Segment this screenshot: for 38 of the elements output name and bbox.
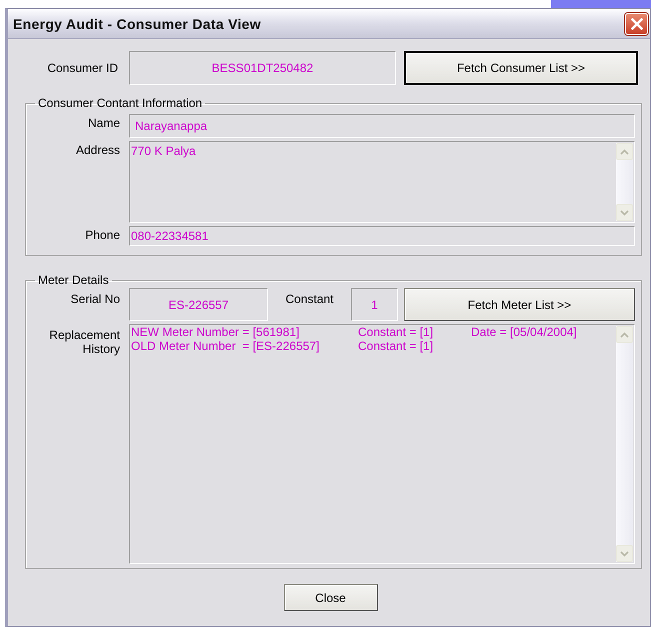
scroll-down-button[interactable] — [616, 545, 633, 562]
close-icon — [630, 18, 642, 30]
text-field[interactable]: Narayanappa — [129, 114, 635, 138]
text-field[interactable]: BESS01DT250482 — [129, 51, 396, 85]
history-entry: OLD Meter Number = [ES-226557] — [131, 339, 320, 353]
fetch-meter-button[interactable]: Fetch Meter List >> — [404, 288, 635, 321]
field-label: Constant — [284, 291, 335, 308]
field-label: Consumer ID — [46, 61, 118, 75]
scrollbar[interactable] — [616, 326, 633, 562]
chevron-up-icon — [620, 332, 629, 338]
scroll-down-button[interactable] — [616, 204, 633, 221]
scrollbar[interactable] — [616, 143, 633, 221]
history-entry: Date = [05/04/2004] — [471, 325, 578, 339]
field-label: Name — [86, 115, 120, 132]
window-title: Energy Audit - Consumer Data View — [13, 16, 261, 32]
close-dialog-button[interactable]: Close — [284, 584, 378, 611]
text-area[interactable]: NEW Meter Number = [561981] Constant = [1] Date = [05/04/2004] OLD Meter Number = [ES-226557] Constant = [1] — [129, 324, 635, 564]
scroll-up-button[interactable] — [616, 143, 633, 160]
history-entry: Constant = [1] — [358, 339, 434, 353]
text-area[interactable]: 770 K Palya — [129, 141, 635, 223]
field-label: Serial No — [70, 291, 120, 308]
scroll-up-button[interactable] — [616, 326, 633, 343]
text-field[interactable]: 1 — [351, 288, 398, 321]
history-entry: NEW Meter Number = [561981] — [131, 325, 300, 339]
history-entry: Constant = [1] — [358, 325, 434, 339]
field-label: Phone — [84, 227, 120, 244]
chevron-down-icon — [620, 550, 629, 556]
group-title: Consumer Contant Information — [37, 96, 204, 110]
fetch-consumer-button[interactable]: Fetch Consumer List >> — [404, 51, 638, 85]
chevron-up-icon — [620, 148, 629, 154]
group-title: Meter Details — [37, 273, 110, 287]
field-value: 770 K Palya — [131, 143, 197, 160]
chevron-down-icon — [620, 210, 629, 216]
field-label: Address — [74, 142, 120, 159]
text-field[interactable]: ES-226557 — [129, 288, 268, 321]
close-button[interactable] — [625, 12, 648, 34]
field-label: Replacement History — [48, 327, 120, 358]
text-field[interactable]: 080-22334581 — [129, 226, 635, 246]
